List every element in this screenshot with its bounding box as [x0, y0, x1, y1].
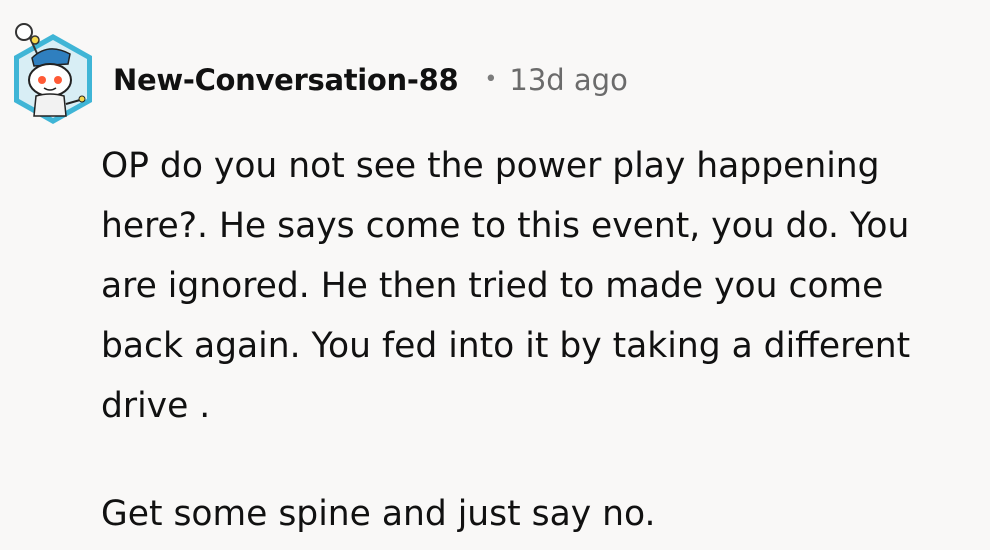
comment-header: New-Conversation-88 • 13d ago	[113, 58, 628, 102]
comment-timestamp[interactable]: 13d ago	[509, 63, 627, 97]
user-avatar[interactable]	[8, 20, 98, 130]
username-link[interactable]: New-Conversation-88	[113, 63, 459, 97]
comment-paragraph: OP do you not see the power play happeni…	[101, 146, 911, 426]
comment-body: OP do you not see the power play happeni…	[101, 136, 981, 544]
meta-separator: •	[484, 66, 498, 92]
comment: New-Conversation-88 • 13d ago OP do you …	[0, 0, 990, 550]
comment-paragraph: Get some spine and just say no.	[101, 494, 656, 534]
snoo-avatar-icon	[14, 23, 92, 124]
